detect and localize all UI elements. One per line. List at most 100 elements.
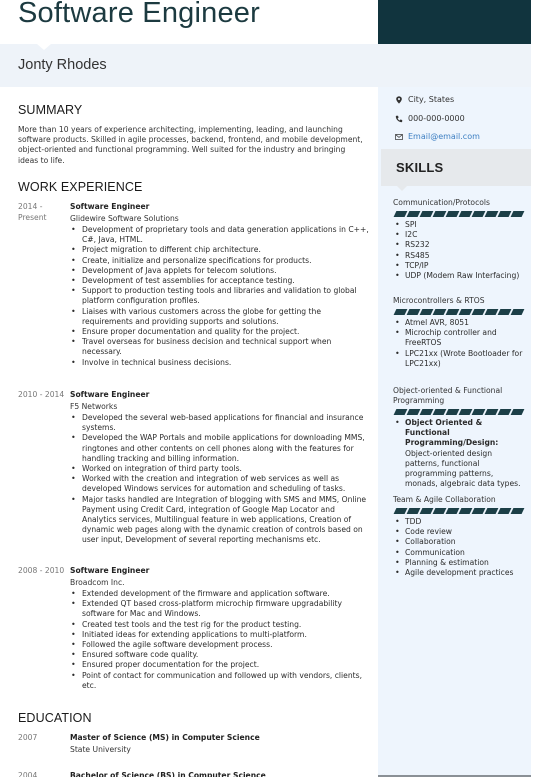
skill-item: Collaboration [393, 537, 525, 547]
job-role: Software Engineer [70, 202, 150, 211]
job-bullets: Extended development of the firmware and… [70, 589, 370, 691]
skill-item-description: Object-oriented design patterns, functio… [405, 448, 521, 489]
job-bullet: Developed the several web-based applicat… [70, 413, 370, 433]
skill-level-segment [484, 211, 499, 217]
sidebar-header-block [378, 0, 531, 44]
skill-level-segment [497, 409, 512, 415]
job-bullet: Ensured proper documentation for the pro… [70, 660, 370, 670]
skill-group: Team & Agile Collaboration TDDCode revie… [393, 495, 525, 578]
skill-level-bar [393, 409, 525, 415]
job-bullet: Development of proprietary tools and dat… [70, 225, 370, 245]
skill-level-segment [419, 508, 434, 514]
job-bullet: Ensured software code quality. [70, 650, 370, 660]
resume-page: City, States 000-000-0000 Email@email.co… [0, 0, 551, 777]
skill-group: Communication/Protocols SPII2CRS232RS485… [393, 198, 525, 281]
envelope-icon [395, 133, 403, 140]
skill-level-segment [445, 211, 460, 217]
skill-level-bar [393, 211, 525, 217]
skill-group-title: Microcontrollers & RTOS [393, 296, 485, 305]
skill-level-bar [393, 508, 525, 514]
skill-item: Planning & estimation [393, 558, 525, 568]
job-bullet: Major tasks handled are Integration of b… [70, 495, 370, 546]
job-bullet: Travel overseas for business decision an… [70, 337, 370, 357]
contact-location: City, States [395, 95, 454, 104]
education-date: 2007 [18, 733, 38, 742]
job-bullet: Extended QT based cross-platform microch… [70, 599, 370, 619]
skill-level-segment [406, 409, 421, 415]
skill-group: Microcontrollers & RTOS Atmel AVR, 8051M… [393, 296, 525, 369]
skill-level-segment [458, 409, 473, 415]
job-bullet: Extended development of the firmware and… [70, 589, 370, 599]
skill-list: TDDCode reviewCollaborationCommunication… [393, 517, 525, 578]
education-heading: EDUCATION [18, 711, 92, 725]
skill-item: TCP/IP [393, 261, 525, 271]
skill-level-segment [471, 508, 486, 514]
skill-item: Object Oriented & Functional Programming… [393, 418, 525, 489]
skill-item: Code review [393, 527, 525, 537]
job-title: Software Engineer [18, 0, 260, 29]
skill-level-segment [393, 508, 408, 514]
job-company: Broadcom Inc. [70, 578, 125, 587]
job-bullet: Ensure proper documentation and quality … [70, 327, 370, 337]
skill-level-segment [484, 508, 499, 514]
skill-level-segment [445, 309, 460, 315]
education-degree: Bachelor of Science (BS) in Computer Sci… [70, 771, 266, 777]
job-bullet: Development of Java applets for telecom … [70, 266, 370, 276]
skill-level-segment [393, 409, 408, 415]
job-bullets: Developed the several web-based applicat… [70, 413, 370, 546]
education-degree: Master of Science (MS) in Computer Scien… [70, 733, 260, 742]
job-date: 2014 - Present [18, 202, 47, 222]
title-notch [37, 44, 51, 50]
job-bullet: Support to production testing tools and … [70, 286, 370, 306]
job-bullet: Initiated ideas for extending applicatio… [70, 630, 370, 640]
skill-item: LPC21xx (Wrote Bootloader for LPC21xx) [393, 349, 525, 369]
skills-heading-notch [397, 186, 407, 191]
skill-level-segment [406, 508, 421, 514]
job-company: Glidewire Software Solutions [70, 214, 179, 223]
skill-level-segment [445, 508, 460, 514]
skill-level-segment [510, 508, 525, 514]
job-bullet: Followed the agile software development … [70, 640, 370, 650]
skill-item: Microchip controller and FreeRTOS [393, 328, 525, 348]
contact-email[interactable]: Email@email.com [395, 132, 480, 141]
skill-list: SPII2CRS232RS485TCP/IPUDP (Modem Raw Int… [393, 220, 525, 281]
job-date: 2010 - 2014 [18, 390, 65, 399]
location-text: City, States [408, 95, 455, 104]
job-bullet: Worked on integration of third party too… [70, 464, 370, 474]
skill-level-segment [419, 211, 434, 217]
job-company: F5 Networks [70, 402, 118, 411]
work-experience-heading: WORK EXPERIENCE [18, 180, 143, 194]
skill-item: Agile development practices [393, 568, 525, 578]
skill-group-title: Object-oriented & Functional Programming [393, 386, 503, 405]
sidebar: City, States 000-000-0000 Email@email.co… [378, 0, 531, 777]
skill-level-segment [406, 211, 421, 217]
email-link[interactable]: Email@email.com [408, 132, 480, 141]
skill-item: RS485 [393, 251, 525, 261]
skill-level-segment [432, 508, 447, 514]
skill-level-segment [458, 211, 473, 217]
skill-item-label: Object Oriented & Functional Programming… [405, 418, 499, 448]
skills-heading: SKILLS [396, 160, 444, 175]
skill-group-title: Team & Agile Collaboration [393, 495, 496, 504]
skill-level-segment [432, 409, 447, 415]
map-pin-icon [396, 95, 402, 104]
skill-level-segment [432, 309, 447, 315]
phone-text: 000-000-0000 [408, 114, 465, 123]
skill-level-segment [484, 409, 499, 415]
job-role: Software Engineer [70, 390, 150, 399]
skill-level-segment [445, 409, 460, 415]
job-bullet: Liaises with various customers across th… [70, 307, 370, 327]
skill-group: Object-oriented & Functional Programming… [393, 386, 525, 489]
skill-item: RS232 [393, 240, 525, 250]
skill-item: SPI [393, 220, 525, 230]
skill-level-segment [471, 211, 486, 217]
summary-heading: SUMMARY [18, 103, 83, 117]
job-bullet: Developed the WAP Portals and mobile app… [70, 433, 370, 464]
summary-text: More than 10 years of experience archite… [18, 125, 363, 165]
skill-item: UDP (Modem Raw Interfacing) [393, 271, 525, 281]
skill-level-segment [497, 309, 512, 315]
skill-level-segment [419, 409, 434, 415]
job-role: Software Engineer [70, 566, 150, 575]
skill-level-segment [393, 309, 408, 315]
skill-level-segment [458, 309, 473, 315]
